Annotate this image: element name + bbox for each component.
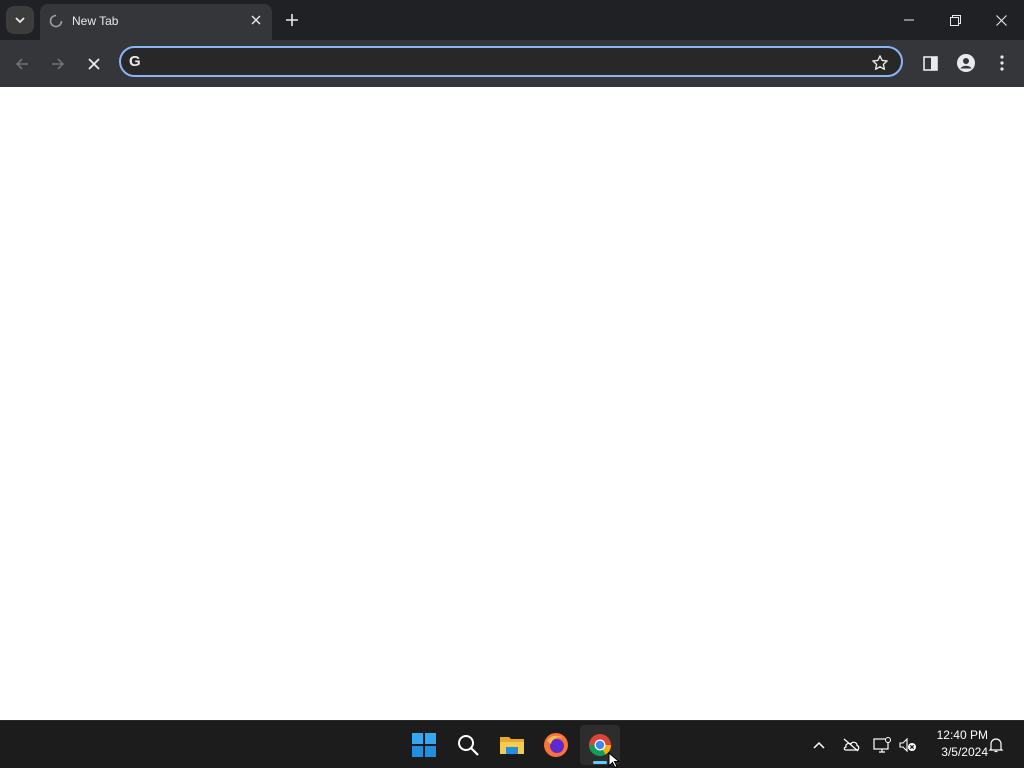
clock-time: 12:40 PM xyxy=(936,728,988,742)
forward-button[interactable] xyxy=(44,50,72,78)
restore-button[interactable] xyxy=(932,0,978,40)
close-window-button[interactable] xyxy=(978,0,1024,40)
network-icon xyxy=(873,737,891,753)
search-button[interactable] xyxy=(448,725,488,765)
mouse-cursor-icon xyxy=(608,752,620,768)
onedrive-offline-icon xyxy=(843,738,860,752)
notifications-button[interactable] xyxy=(984,733,1008,757)
forward-arrow-icon xyxy=(52,58,65,70)
spinner-icon xyxy=(49,14,63,28)
side-panel-button[interactable] xyxy=(919,52,941,74)
taskbar: 12:40 PM 3/5/2024 xyxy=(0,720,1024,768)
kebab-menu-icon xyxy=(1000,55,1004,71)
stop-icon xyxy=(88,58,100,70)
active-indicator xyxy=(593,761,607,764)
address-bar[interactable]: G xyxy=(119,46,903,77)
side-panel-icon xyxy=(922,55,938,71)
volume-button[interactable] xyxy=(896,733,920,757)
chevron-up-icon xyxy=(813,741,825,749)
show-hidden-icons-button[interactable] xyxy=(807,733,831,757)
search-icon xyxy=(458,735,479,756)
file-explorer-button[interactable] xyxy=(492,725,532,765)
clock-date: 3/5/2024 xyxy=(941,745,988,759)
stop-loading-button[interactable] xyxy=(80,50,108,78)
tab-strip: New Tab xyxy=(0,0,1024,40)
plus-icon xyxy=(286,14,298,26)
star-icon[interactable] xyxy=(871,54,889,72)
volume-muted-icon xyxy=(899,737,916,753)
back-button[interactable] xyxy=(8,50,36,78)
firefox-button[interactable] xyxy=(536,725,576,765)
browser-toolbar: G xyxy=(0,40,1024,87)
chevron-down-icon xyxy=(15,17,25,24)
profile-button[interactable] xyxy=(955,52,977,74)
minimize-button[interactable] xyxy=(886,0,932,40)
new-tab-button[interactable] xyxy=(282,10,302,30)
windows-logo-icon xyxy=(412,733,436,757)
browser-menu-button[interactable] xyxy=(991,52,1013,74)
firefox-icon xyxy=(544,733,568,757)
profile-icon xyxy=(957,54,975,72)
notification-bell-icon xyxy=(988,738,1004,753)
network-button[interactable] xyxy=(870,733,894,757)
tab-title: New Tab xyxy=(72,14,119,28)
address-input[interactable] xyxy=(153,52,857,74)
back-arrow-icon xyxy=(15,58,28,70)
system-clock[interactable]: 12:40 PM 3/5/2024 xyxy=(924,727,988,761)
close-icon xyxy=(251,15,261,25)
close-icon xyxy=(995,14,1007,26)
tab-close-button[interactable] xyxy=(248,12,264,28)
page-content xyxy=(0,87,1024,720)
tab-search-button[interactable] xyxy=(6,6,34,34)
start-button[interactable] xyxy=(404,725,444,765)
minimize-icon xyxy=(904,19,914,21)
onedrive-button[interactable] xyxy=(839,733,863,757)
tab-new-tab[interactable]: New Tab xyxy=(40,4,272,40)
folder-icon xyxy=(500,737,524,754)
google-icon: G xyxy=(129,53,141,70)
restore-icon xyxy=(949,14,961,26)
